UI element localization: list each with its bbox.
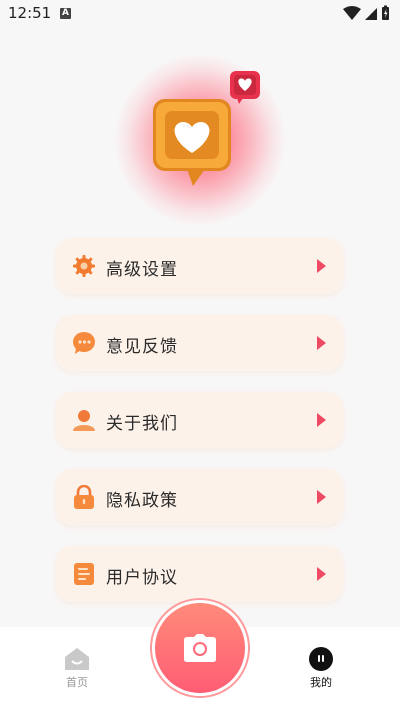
menu-item-about-us[interactable]: 关于我们 — [56, 392, 343, 448]
menu-item-label: 高级设置 — [106, 260, 178, 280]
notification-a-icon: A — [60, 8, 71, 19]
status-time: 12:51 — [8, 4, 52, 22]
chevron-right-icon — [317, 336, 326, 350]
chevron-right-icon — [317, 567, 326, 581]
camera-button[interactable] — [155, 603, 245, 693]
menu-item-advanced-settings[interactable]: 高级设置 — [56, 238, 343, 294]
small-heart-bubble-icon — [230, 71, 260, 104]
gear-icon — [73, 255, 95, 277]
chat-bubble-icon — [73, 332, 95, 354]
battery-icon — [382, 5, 389, 20]
person-icon — [73, 410, 95, 431]
heart-message-icon — [153, 71, 260, 186]
wifi-icon — [343, 6, 361, 20]
nav-mine-tab[interactable]: 我的 — [291, 647, 351, 690]
document-icon — [74, 563, 94, 585]
menu-item-label: 用户协议 — [106, 568, 178, 588]
nav-home-label: 首页 — [66, 676, 88, 689]
menu-item-label: 隐私政策 — [106, 491, 178, 511]
menu-item-user-agreement[interactable]: 用户协议 — [56, 546, 343, 602]
signal-icon — [365, 8, 377, 20]
big-heart-bubble-icon — [153, 99, 231, 186]
chevron-right-icon — [317, 259, 326, 273]
menu-item-label: 意见反馈 — [106, 337, 178, 357]
chevron-right-icon — [317, 413, 326, 427]
camera-icon — [184, 634, 216, 662]
nav-mine-label: 我的 — [310, 676, 332, 689]
home-icon — [65, 648, 89, 670]
chevron-right-icon — [317, 490, 326, 504]
hero-heart-illustration — [115, 55, 285, 225]
nav-home-tab[interactable]: 首页 — [47, 647, 107, 690]
lock-icon — [74, 485, 94, 509]
mine-face-icon — [309, 647, 333, 671]
menu-item-feedback[interactable]: 意见反馈 — [56, 315, 343, 371]
system-icons — [342, 5, 392, 21]
menu-item-label: 关于我们 — [106, 414, 178, 434]
menu-item-privacy-policy[interactable]: 隐私政策 — [56, 469, 343, 525]
status-bar: 12:51 A — [0, 0, 400, 28]
